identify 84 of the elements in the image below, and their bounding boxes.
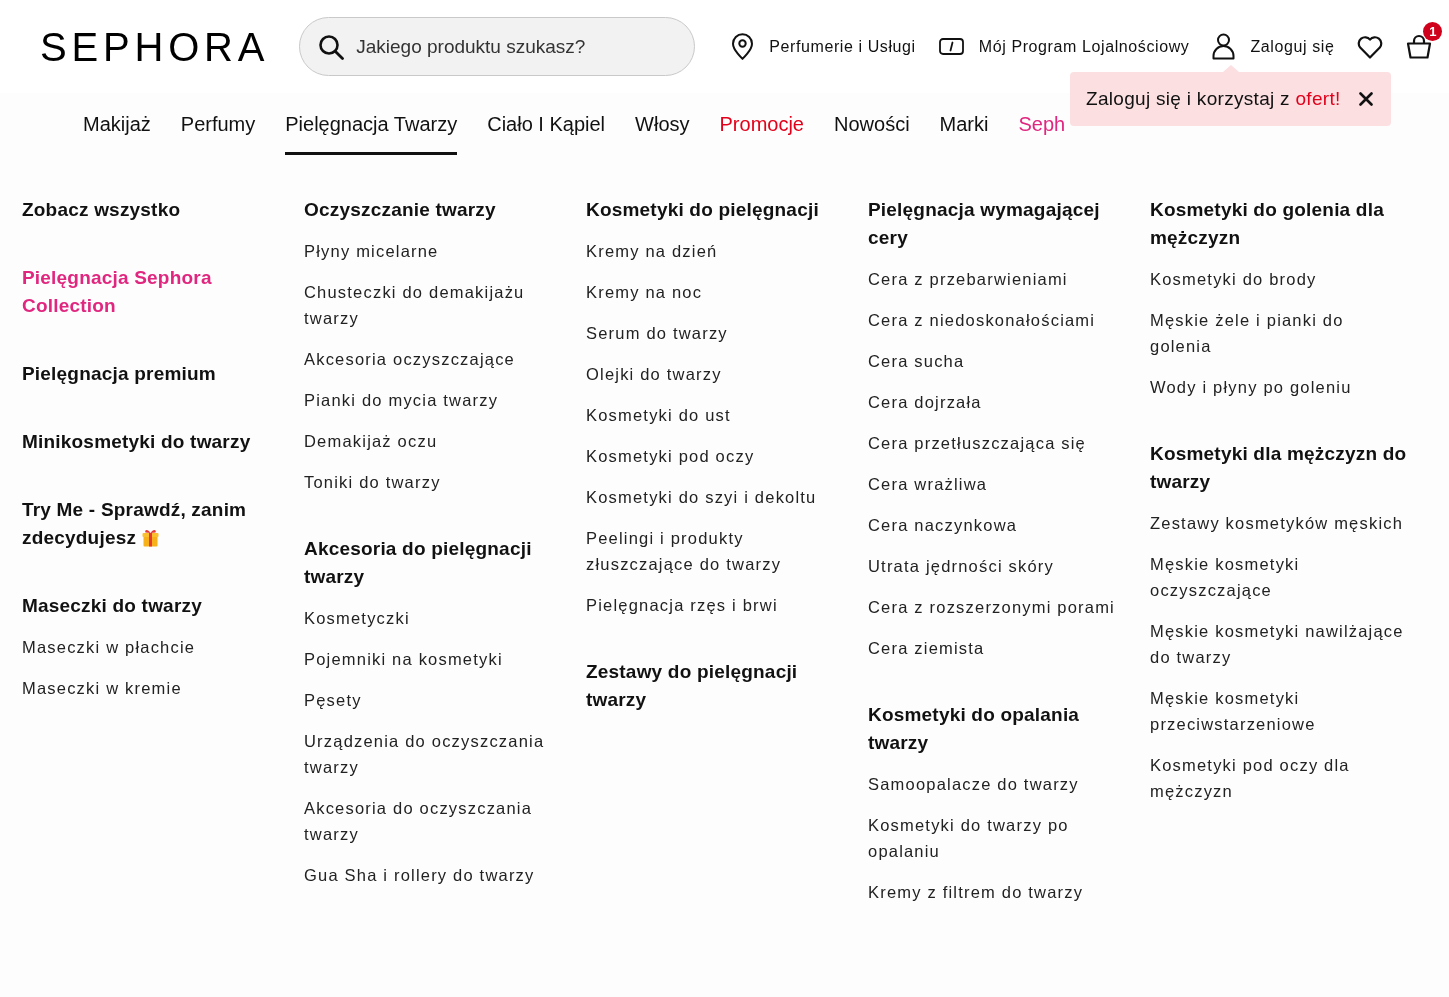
subcategory-link[interactable]: Samoopalacze do twarzy — [868, 771, 1122, 797]
subcategory-link[interactable]: Urządzenia do oczyszczania twarzy — [304, 728, 558, 780]
tooltip-message: Zaloguj się i korzystaj z ofert! — [1086, 88, 1341, 110]
category-heading-link[interactable]: Akcesoria do pielęgnacji twarzy — [304, 535, 558, 591]
subcategory-link[interactable]: Serum do twarzy — [586, 320, 840, 346]
category-tab[interactable]: Włosy — [635, 93, 690, 155]
subcategory-link[interactable]: Pęsety — [304, 687, 558, 713]
subcategory-link[interactable]: Kosmetyki pod oczy dla mężczyzn — [1150, 752, 1407, 804]
subcategory-link[interactable]: Peelingi i produkty złuszczające do twarzy — [586, 525, 840, 577]
category-tab[interactable]: Makijaż — [83, 93, 151, 155]
subcategory-link[interactable]: Cera naczynkowa — [868, 512, 1122, 538]
subcategory-link[interactable]: Cera z rozszerzonymi porami — [868, 594, 1122, 620]
subcategory-link[interactable]: Pielęgnacja rzęs i brwi — [586, 592, 840, 618]
category-heading-link[interactable]: Kosmetyki do opalania twarzy — [868, 701, 1122, 757]
subcategory-link[interactable]: Cera sucha — [868, 348, 1122, 374]
subcategory-link[interactable]: Akcesoria do oczyszczania twarzy — [304, 795, 558, 847]
subcategory-link[interactable]: Toniki do twarzy — [304, 469, 558, 495]
subcategory-link[interactable]: Kosmetyki do twarzy po opalaniu — [868, 812, 1122, 864]
subcategory-link[interactable]: Cera ziemista — [868, 635, 1122, 661]
category-heading-link[interactable]: Oczyszczanie twarzy — [304, 196, 558, 224]
subcategory-link[interactable]: Chusteczki do demakijażu twarzy — [304, 279, 558, 331]
user-icon — [1212, 33, 1236, 60]
subcategory-link[interactable]: Cera z przebarwieniami — [868, 266, 1122, 292]
subcategory-link[interactable]: Cera dojrzała — [868, 389, 1122, 415]
subcategory-link[interactable]: Kremy z filtrem do twarzy — [868, 879, 1122, 905]
subcategory-link[interactable]: Maseczki w płachcie — [22, 634, 276, 660]
category-heading-link[interactable]: Pielęgnacja Sephora Collection — [22, 264, 276, 320]
subcategory-link[interactable]: Kosmetyki pod oczy — [586, 443, 840, 469]
subcategory-link[interactable]: Kosmetyki do ust — [586, 402, 840, 428]
subcategory-link[interactable]: Męskie kosmetyki przeciwstarzeniowe — [1150, 685, 1407, 737]
subcategory-link[interactable]: Męskie kosmetyki nawilżające do twarzy — [1150, 618, 1407, 670]
subcategory-link[interactable]: Olejki do twarzy — [586, 361, 840, 387]
wishlist-button[interactable] — [1357, 34, 1384, 59]
search-icon — [318, 33, 345, 60]
store-locator-link[interactable]: Perfumerie i Usługi — [731, 33, 916, 60]
subcategory-link[interactable]: Kremy na dzień — [586, 238, 840, 264]
category-heading-link[interactable]: Pielęgnacja wymagającej cery — [868, 196, 1122, 252]
bag-icon — [1406, 34, 1433, 59]
category-heading-link[interactable]: Pielęgnacja premium — [22, 360, 276, 388]
subcategory-link[interactable]: Kremy na noc — [586, 279, 840, 305]
subcategory-link[interactable]: Pojemniki na kosmetyki — [304, 646, 558, 672]
category-heading-link[interactable]: Try Me - Sprawdź, zanim zdecydujesz — [22, 496, 276, 552]
card-icon — [938, 38, 964, 55]
login-link[interactable]: Zaloguj się — [1212, 33, 1335, 60]
subcategory-link[interactable]: Pianki do mycia twarzy — [304, 387, 558, 413]
category-tab[interactable]: Ciało I Kąpiel — [487, 93, 606, 155]
subcategory-link[interactable]: Kosmetyki do brody — [1150, 266, 1407, 292]
close-icon — [1359, 92, 1373, 106]
category-heading-link[interactable]: Zestawy do pielęgnacji twarzy — [586, 658, 840, 714]
category-tab[interactable]: Nowości — [834, 93, 910, 155]
subcategory-link[interactable]: Cera przetłuszczająca się — [868, 430, 1122, 456]
subcategory-link[interactable]: Cera wrażliwa — [868, 471, 1122, 497]
category-tab[interactable]: Marki — [939, 93, 989, 155]
subcategory-link[interactable]: Akcesoria oczyszczające — [304, 346, 558, 372]
subcategory-link[interactable]: Gua Sha i rollery do twarzy — [304, 862, 558, 888]
category-heading-link[interactable]: Kosmetyki do pielęgnacji — [586, 196, 840, 224]
subcategory-link[interactable]: Cera z niedoskonałościami — [868, 307, 1122, 333]
subcategory-link[interactable]: Maseczki w kremie — [22, 675, 276, 701]
category-heading-link[interactable]: Kosmetyki do golenia dla mężczyzn — [1150, 196, 1407, 252]
subcategory-link[interactable]: Kosmetyczki — [304, 605, 558, 631]
search-bar[interactable]: Jakiego produktu szukasz? — [299, 17, 696, 76]
subcategory-link[interactable]: Wody i płyny po goleniu — [1150, 374, 1407, 400]
subcategory-link[interactable]: Płyny micelarne — [304, 238, 558, 264]
brand-logo[interactable]: SEPHORA — [40, 26, 270, 67]
close-button[interactable] — [1357, 90, 1375, 108]
category-heading-link[interactable]: Maseczki do twarzy — [22, 592, 276, 620]
category-heading-link[interactable]: Kosmetyki dla mężczyzn do twarzy — [1150, 440, 1407, 496]
category-heading-link[interactable]: Zobacz wszystko — [22, 196, 276, 224]
category-heading-link[interactable]: Minikosmetyki do twarzy — [22, 428, 276, 456]
category-tab[interactable]: Pielęgnacja Twarzy — [285, 93, 458, 155]
search-input[interactable]: Jakiego produktu szukasz? — [356, 34, 677, 59]
category-tab[interactable]: Perfumy — [180, 93, 256, 155]
subcategory-link[interactable]: Utrata jędrności skóry — [868, 553, 1122, 579]
location-pin-icon — [731, 33, 755, 60]
loyalty-program-link[interactable]: Mój Program Lojalnościowy — [938, 37, 1190, 56]
subcategory-link[interactable]: Demakijaż oczu — [304, 428, 558, 454]
subcategory-link[interactable]: Kosmetyki do szyi i dekoltu — [586, 484, 840, 510]
subcategory-link[interactable]: Zestawy kosmetyków męskich — [1150, 510, 1407, 536]
category-tab[interactable]: Promocje — [719, 93, 804, 155]
heart-icon — [1357, 34, 1384, 59]
subcategory-link[interactable]: Męskie kosmetyki oczyszczające — [1150, 551, 1407, 603]
cart-count-badge: 1 — [1423, 22, 1443, 41]
subcategory-link[interactable]: Męskie żele i pianki do golenia — [1150, 307, 1407, 359]
category-tab[interactable]: Seph — [1018, 93, 1066, 155]
